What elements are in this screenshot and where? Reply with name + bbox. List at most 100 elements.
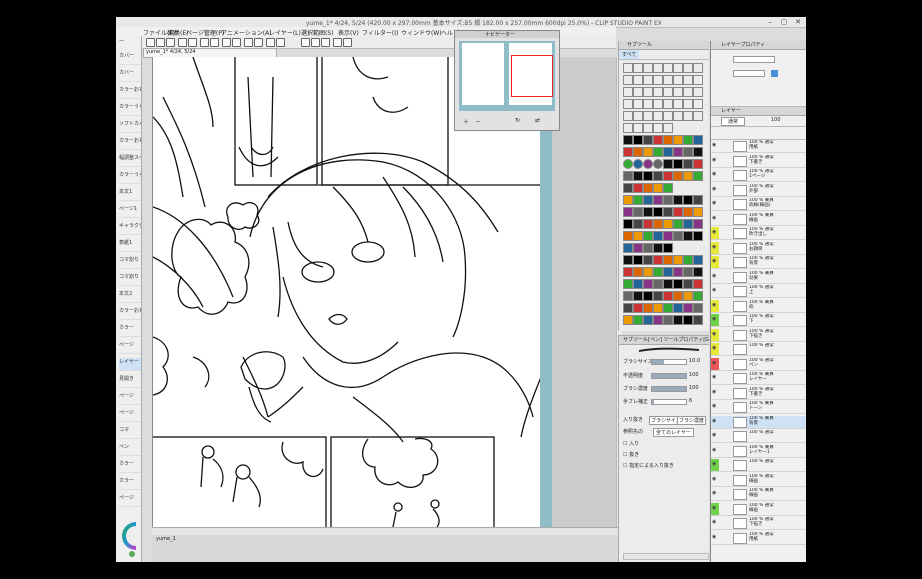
page-manager-item[interactable]: カラー (119, 477, 141, 490)
tool-icon[interactable] (673, 315, 683, 325)
tool-icon[interactable] (643, 303, 653, 313)
eye-icon[interactable]: ◉ (712, 432, 718, 440)
tool-icon[interactable] (673, 231, 683, 241)
layer-row[interactable]: ◉ 100 % 通常 下書き (711, 155, 806, 168)
tool-icon[interactable] (663, 147, 673, 157)
transform-icon[interactable] (222, 38, 231, 47)
eye-icon[interactable]: ◉ (712, 316, 718, 324)
tool-icon[interactable] (683, 63, 693, 73)
tool-icon[interactable] (633, 315, 643, 325)
tool-icon[interactable] (623, 183, 633, 193)
tool-icon[interactable] (673, 63, 683, 73)
tool-icon[interactable] (643, 147, 653, 157)
zoom-out-icon[interactable]: － (475, 117, 481, 126)
page-manager-item[interactable]: カラー (119, 324, 141, 337)
reference-select[interactable]: 全てのレイヤー (653, 428, 694, 437)
tool-icon[interactable] (693, 99, 703, 109)
page-manager-item[interactable]: 表紙1 (119, 239, 141, 252)
layer-row[interactable]: ◉ 100 % 乗算 線画 (711, 213, 806, 226)
tool-icon[interactable] (693, 195, 703, 205)
layer-row[interactable]: ◉ 100 % 乗算 背景 (711, 415, 806, 429)
eye-icon[interactable]: ◉ (712, 534, 718, 542)
tool-icon[interactable] (683, 231, 693, 241)
tool-icon[interactable] (673, 291, 683, 301)
color-wheel-icon[interactable] (116, 518, 136, 558)
property-scrollbar[interactable] (623, 553, 709, 560)
layer-row[interactable]: ◉ 100 % 乗算 効果 (711, 271, 806, 284)
eye-icon[interactable]: ◉ (712, 171, 718, 179)
page-manager-item[interactable]: カバー (119, 69, 141, 82)
layer-row[interactable]: ◉ 100 % 通常 線画 (711, 474, 806, 487)
minimize-icon[interactable]: – (766, 18, 774, 26)
tool-icon[interactable] (683, 75, 693, 85)
tool-icon[interactable] (643, 243, 653, 253)
ruler-icon[interactable] (254, 38, 263, 47)
tool-icon[interactable] (683, 255, 693, 265)
tool-icon[interactable] (673, 267, 683, 277)
page-manager-item[interactable]: ソフトカバー (119, 120, 141, 133)
tool-icon[interactable] (633, 159, 643, 169)
density-slider[interactable] (651, 386, 687, 392)
tool-icon[interactable] (643, 183, 653, 193)
layer-row[interactable]: ◉ 100 % 乗算 枠線(線画) (711, 198, 806, 211)
page-manager-item[interactable]: カラーおもて (119, 307, 141, 320)
layer-opacity-value[interactable]: 100 (771, 117, 781, 123)
tool-icon[interactable] (653, 123, 663, 133)
tool-icon[interactable] (673, 207, 683, 217)
tool-icon[interactable] (653, 171, 663, 181)
tool-icon[interactable] (633, 243, 643, 253)
tool-icon[interactable] (643, 195, 653, 205)
tool-icon[interactable] (633, 291, 643, 301)
grid-icon[interactable] (266, 38, 275, 47)
tool-icon[interactable] (623, 87, 633, 97)
page-manager-item[interactable]: カラーうら (119, 103, 141, 116)
tool-icon[interactable] (693, 219, 703, 229)
tool-icon[interactable] (663, 123, 673, 133)
tool-icon[interactable] (643, 171, 653, 181)
layer-mask-icon[interactable] (301, 38, 310, 47)
eye-icon[interactable]: ◉ (712, 345, 718, 353)
tool-icon[interactable] (693, 147, 703, 157)
snap-icon[interactable] (244, 38, 253, 47)
tool-icon[interactable] (643, 159, 653, 169)
tool-icon[interactable] (663, 195, 673, 205)
eye-icon[interactable]: ◉ (712, 186, 718, 194)
page-manager-item[interactable]: ページ (119, 341, 141, 354)
tool-icon[interactable] (693, 75, 703, 85)
eye-icon[interactable]: ◉ (712, 360, 718, 368)
tool-icon[interactable] (663, 279, 673, 289)
tool-icon[interactable] (663, 303, 673, 313)
page-manager-item[interactable]: ページ1 (119, 205, 141, 218)
tool-icon[interactable] (653, 231, 663, 241)
tool-icon[interactable] (663, 75, 673, 85)
eye-icon[interactable]: ◉ (712, 287, 718, 295)
tool-icon[interactable] (673, 255, 683, 265)
tool-icon[interactable] (683, 99, 693, 109)
layer-row[interactable]: ◉ 100 % 通常 用紙 (711, 532, 806, 545)
eye-icon[interactable]: ◉ (712, 403, 718, 411)
tool-icon[interactable] (623, 219, 633, 229)
eye-icon[interactable]: ◉ (712, 273, 718, 281)
clear-icon[interactable] (200, 38, 209, 47)
page-manager-item[interactable]: レイヤー (119, 358, 141, 371)
tool-icon[interactable] (653, 183, 663, 193)
tool-icon[interactable] (683, 147, 693, 157)
tab-all[interactable]: すべて (619, 50, 640, 59)
tool-icon[interactable] (673, 99, 683, 109)
bottom-doc-tab[interactable]: yume_1 (156, 536, 176, 542)
tool-icon[interactable] (623, 123, 633, 133)
tool-icon[interactable] (693, 207, 703, 217)
layer-row[interactable]: ◉ 100 % 通常 下描き (711, 328, 806, 342)
tool-icon[interactable] (683, 291, 693, 301)
tool-icon[interactable] (623, 99, 633, 109)
tool-icon[interactable] (643, 75, 653, 85)
layer-row[interactable]: ◉ 100 % 通常 お題目 (711, 241, 806, 255)
tool-icon[interactable] (683, 135, 693, 145)
tool-icon[interactable] (673, 159, 683, 169)
tool-icon[interactable] (663, 159, 673, 169)
tool-icon[interactable] (633, 183, 643, 193)
eye-icon[interactable]: ◉ (712, 258, 718, 266)
redo-icon[interactable] (188, 38, 197, 47)
layer-row[interactable]: ◉ 100 % 通常 (711, 430, 806, 443)
tool-icon[interactable] (643, 315, 653, 325)
